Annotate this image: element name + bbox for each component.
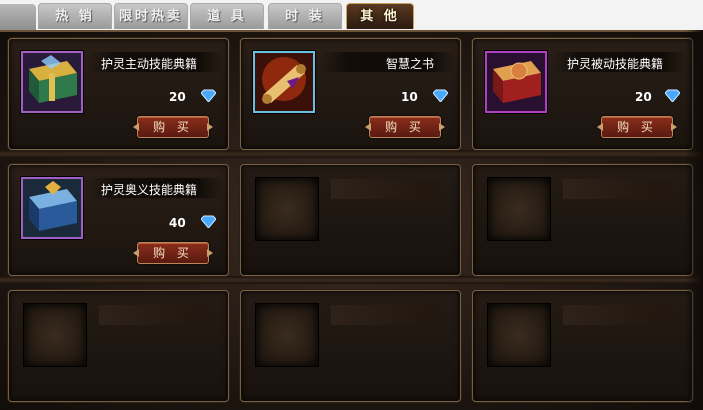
- name-bar: [563, 179, 683, 199]
- name-bar: [563, 305, 683, 325]
- panel-edge-shadow: [685, 30, 703, 410]
- diamond-icon: [665, 89, 680, 102]
- item-slot[interactable]: [487, 177, 551, 241]
- item-slot[interactable]: [20, 176, 84, 240]
- item-slot[interactable]: [23, 303, 87, 367]
- buy-button[interactable]: 购 买: [137, 242, 209, 264]
- scroll-icon: [253, 51, 315, 113]
- shop-item: 护灵主动技能典籍 20 购 买: [8, 38, 229, 150]
- tab-items[interactable]: 道 具: [190, 3, 264, 29]
- red-book-icon: [485, 51, 547, 113]
- shop-item: 智慧之书 10 购 买: [240, 38, 461, 150]
- item-name: 护灵奥义技能典籍: [101, 183, 198, 197]
- item-price: 10: [401, 90, 418, 104]
- blue-book-icon: [21, 177, 83, 239]
- item-slot[interactable]: [20, 50, 84, 114]
- buy-button[interactable]: 购 买: [601, 116, 673, 138]
- name-bar: [99, 305, 219, 325]
- tab-limited[interactable]: 限时热卖: [114, 3, 188, 29]
- tab-other[interactable]: 其 他: [346, 3, 414, 29]
- row-divider: [0, 150, 703, 158]
- shop-item: 护灵奥义技能典籍 40 购 买: [8, 164, 229, 276]
- item-slot[interactable]: [252, 50, 316, 114]
- diamond-icon: [433, 89, 448, 102]
- shop-item: 护灵被动技能典籍 20 购 买: [472, 38, 693, 150]
- empty-slot-cell: [472, 164, 693, 276]
- item-slot[interactable]: [255, 303, 319, 367]
- buy-button[interactable]: 购 买: [369, 116, 441, 138]
- item-price: 20: [635, 90, 652, 104]
- name-bar: [331, 179, 451, 199]
- tab-hot[interactable]: 热 销: [38, 3, 112, 29]
- shop-panel: 护灵主动技能典籍 20 购 买 智慧之书 10 购 买 护灵被动技能典籍 20 …: [0, 30, 703, 410]
- item-slot[interactable]: [255, 177, 319, 241]
- name-bar: [331, 305, 451, 325]
- empty-slot-cell: [472, 290, 693, 402]
- item-slot[interactable]: [484, 50, 548, 114]
- diamond-icon: [201, 89, 216, 102]
- buy-button[interactable]: 购 买: [137, 116, 209, 138]
- empty-slot-cell: [8, 290, 229, 402]
- item-name: 护灵被动技能典籍: [567, 57, 664, 71]
- item-slot[interactable]: [487, 303, 551, 367]
- empty-slot-cell: [240, 290, 461, 402]
- tab-edge: [0, 4, 36, 30]
- item-name: 智慧之书: [386, 57, 435, 71]
- item-price: 20: [169, 90, 186, 104]
- tab-fashion[interactable]: 时 装: [268, 3, 342, 29]
- diamond-icon: [201, 215, 216, 228]
- item-name: 护灵主动技能典籍: [101, 57, 198, 71]
- row-divider: [0, 276, 703, 284]
- empty-slot-cell: [240, 164, 461, 276]
- item-price: 40: [169, 216, 186, 230]
- category-tabs: 热 销 限时热卖 道 具 时 装 其 他: [0, 0, 703, 30]
- green-gold-book-icon: [21, 51, 83, 113]
